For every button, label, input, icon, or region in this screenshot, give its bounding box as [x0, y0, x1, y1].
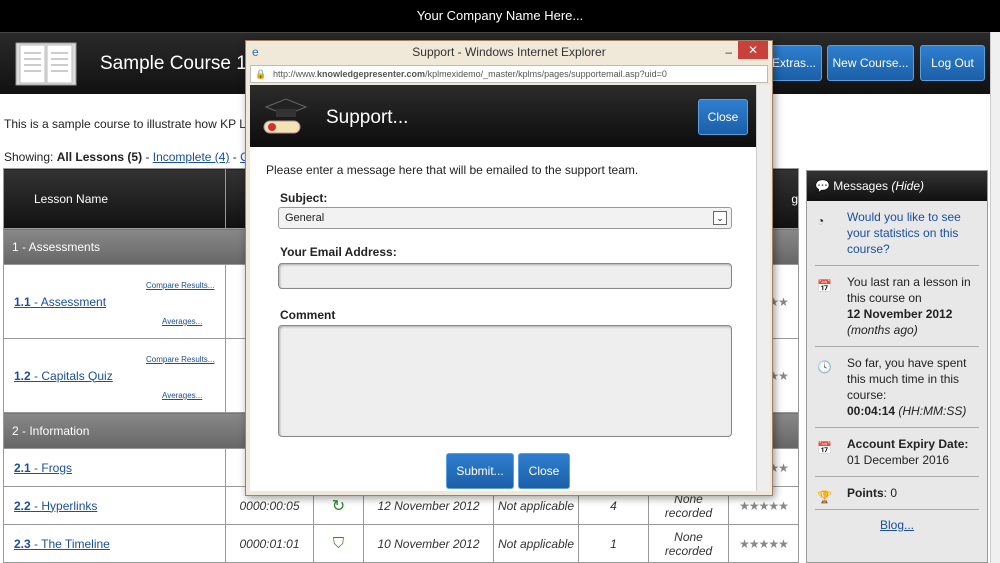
message-time-spent: 🕓 So far, you have spent this much time …: [815, 347, 979, 428]
logout-button[interactable]: Log Out: [920, 45, 985, 81]
company-name: Your Company Name Here...: [416, 8, 584, 23]
filter-incomplete[interactable]: Incomplete (4): [153, 150, 230, 164]
messages-sidebar: 💬 Messages (Hide) ◔ Would you like to se…: [806, 170, 988, 563]
stats-link[interactable]: Would you like to see your statistics on…: [847, 210, 961, 256]
ie-scrollbar[interactable]: [756, 85, 770, 491]
message-expiry: 📅 Account Expiry Date: 01 December 2016: [815, 428, 979, 477]
rating-stars: ★★★★★: [728, 524, 799, 563]
email-label: Your Email Address:: [280, 245, 397, 259]
chevron-down-icon: ⌄: [713, 211, 727, 225]
messages-header: 💬 Messages (Hide): [807, 171, 987, 201]
lock-icon: 🔒: [255, 69, 267, 79]
averages-link[interactable]: Averages...: [162, 379, 202, 413]
support-title: Support...: [326, 107, 409, 128]
ie-close-button[interactable]: ✕: [738, 41, 768, 59]
graduation-cap-icon: [263, 98, 308, 134]
email-field[interactable]: [278, 263, 732, 289]
trophy-icon: 🏆: [817, 490, 832, 504]
hide-messages-link[interactable]: (Hide): [891, 179, 924, 193]
ie-titlebar[interactable]: e Support - Windows Internet Explorer – …: [246, 41, 772, 63]
averages-link[interactable]: Averages...: [162, 305, 202, 339]
lesson-link-1-1[interactable]: 1.1 - Assessment: [14, 295, 106, 309]
company-bar: Your Company Name Here...: [0, 0, 1000, 32]
table-row: 2.3 - The Timeline 0000:01:01 ⛉ 10 Novem…: [3, 524, 799, 563]
clock-icon: 🕓: [817, 360, 832, 374]
blog-link[interactable]: Blog...: [880, 518, 914, 532]
col-lesson-name: Lesson Name: [3, 168, 226, 229]
message-stats: ◔ Would you like to see your statistics …: [815, 201, 979, 266]
support-close-button[interactable]: Close: [698, 99, 748, 135]
lesson-link-2-1[interactable]: 2.1 - Frogs: [14, 461, 72, 475]
cancel-button[interactable]: Close: [518, 453, 570, 489]
comment-textarea[interactable]: [278, 325, 732, 437]
submit-button[interactable]: Submit...: [446, 453, 514, 489]
extras-button[interactable]: Extras...: [766, 45, 822, 81]
compare-results-link[interactable]: Compare Results...: [146, 269, 214, 303]
filter-all[interactable]: All Lessons (5): [57, 150, 142, 164]
minimize-icon[interactable]: –: [725, 41, 732, 63]
course-title: Sample Course 1: [100, 53, 247, 74]
new-course-button[interactable]: New Course...: [827, 45, 914, 81]
subject-label: Subject:: [280, 191, 328, 205]
support-header: Support... Close: [250, 85, 756, 147]
shield-icon: ⛉: [313, 524, 364, 563]
page-scrollbar[interactable]: [990, 32, 1000, 563]
lesson-link-1-2[interactable]: 1.2 - Capitals Quiz: [14, 369, 113, 383]
lesson-link-2-3[interactable]: 2.3 - The Timeline: [14, 537, 110, 551]
book-icon: [15, 42, 77, 86]
pie-chart-icon: ◔: [817, 214, 825, 228]
speech-bubble-icon: 💬: [815, 179, 830, 193]
comment-label: Comment: [280, 308, 336, 322]
support-page: Support... Close Please enter a message …: [250, 85, 756, 491]
calendar-icon: 📅: [817, 279, 832, 293]
lesson-link-2-2[interactable]: 2.2 - Hyperlinks: [14, 499, 97, 513]
support-instructions: Please enter a message here that will be…: [266, 163, 639, 177]
message-points: 🏆 Points: 0: [815, 477, 979, 510]
calendar-icon: 📅: [817, 441, 832, 455]
subject-select[interactable]: General ⌄: [278, 207, 732, 229]
ie-address-bar[interactable]: 🔒 http://www.knowledgepresenter.com/kplm…: [250, 65, 768, 83]
compare-results-link[interactable]: Compare Results...: [146, 343, 214, 377]
lesson-filter: Showing: All Lessons (5) - Incomplete (4…: [4, 150, 255, 164]
ie-logo-icon: e: [252, 45, 259, 59]
message-last-ran: 📅 You last ran a lesson in this course o…: [815, 266, 979, 347]
ie-window: e Support - Windows Internet Explorer – …: [245, 40, 773, 496]
course-intro: This is a sample course to illustrate ho…: [4, 117, 260, 131]
